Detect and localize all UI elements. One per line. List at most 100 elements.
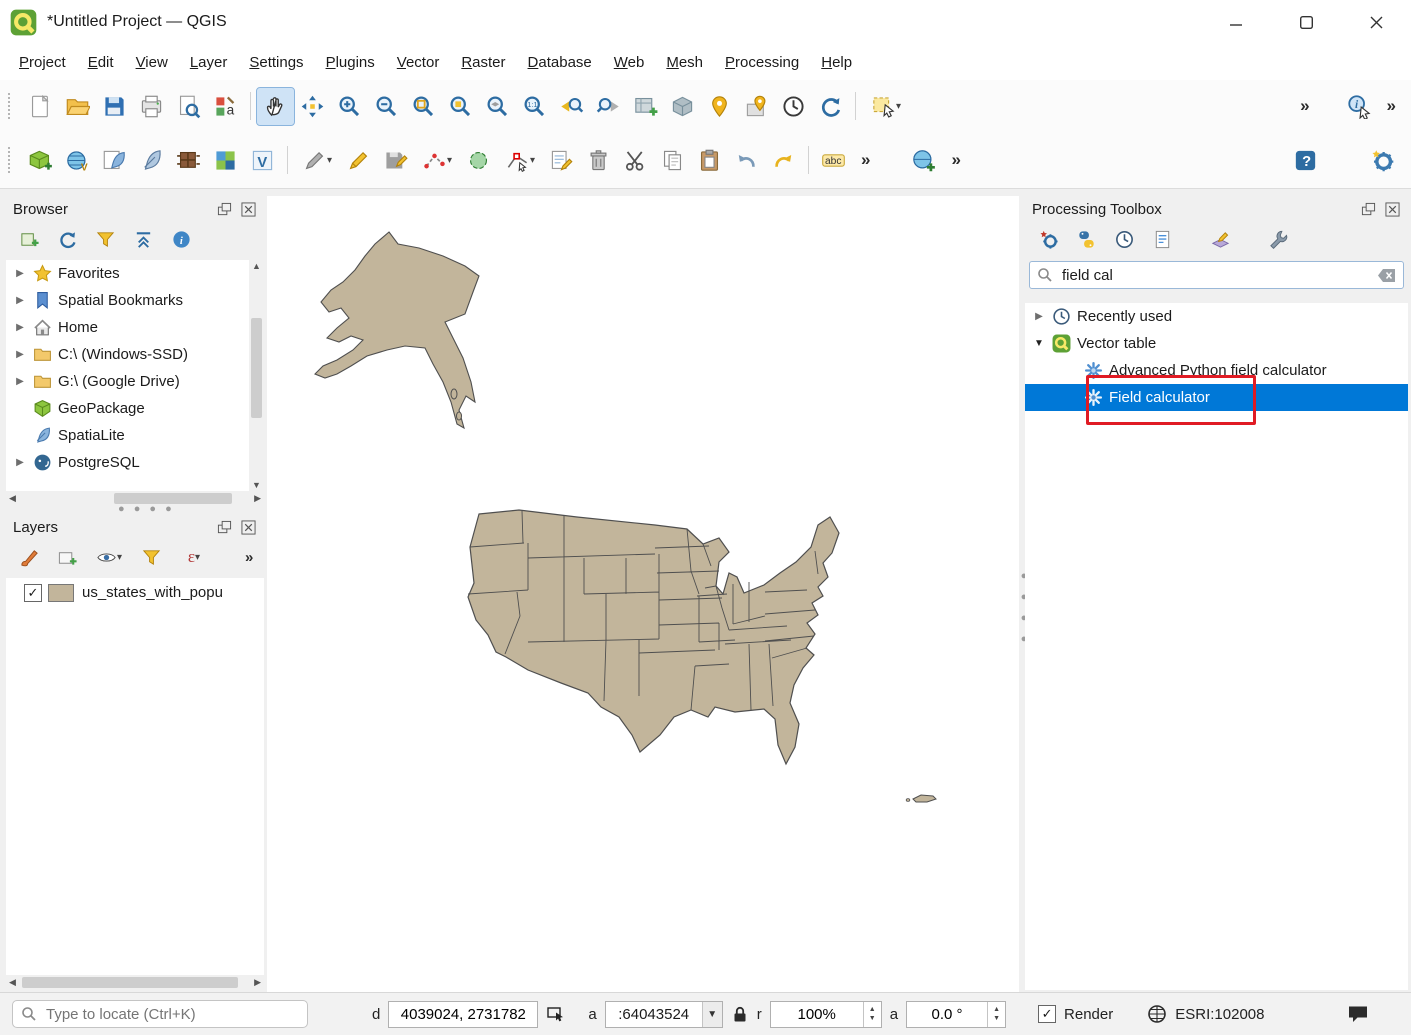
toolbar-grip[interactable]: [8, 93, 18, 119]
select-features-button[interactable]: ▾: [862, 88, 910, 125]
layer-visibility-checkbox[interactable]: ✓: [24, 584, 42, 602]
crs-icon[interactable]: [1147, 1004, 1167, 1024]
locate-input[interactable]: [44, 1005, 299, 1024]
scale-combo[interactable]: :64043524 ▼: [605, 1001, 723, 1028]
magnifier-spinbox[interactable]: ▲▼: [770, 1001, 882, 1028]
menu-web[interactable]: Web: [603, 48, 656, 77]
menu-help[interactable]: Help: [810, 48, 863, 77]
magnifier-input[interactable]: [771, 1005, 863, 1024]
expand-arrow-icon[interactable]: ▶: [10, 295, 30, 306]
scroll-right-icon[interactable]: ▶: [254, 493, 261, 504]
zoom-to-selection-button[interactable]: [442, 88, 479, 125]
new-3d-map-view-button[interactable]: [664, 88, 701, 125]
browser-item-favorites[interactable]: ▶ Favorites: [6, 260, 264, 287]
filter-browser-button[interactable]: [92, 226, 118, 252]
coordinate-input[interactable]: [389, 1005, 537, 1024]
history-button[interactable]: [1111, 226, 1137, 252]
toolbar-extension-icon[interactable]: »: [1378, 96, 1405, 116]
spinner-buttons[interactable]: ▲▼: [863, 1002, 881, 1027]
new-print-layout-button[interactable]: [133, 88, 170, 125]
pan-map-button[interactable]: [257, 88, 294, 125]
undo-button[interactable]: [728, 142, 765, 179]
processing-toolbox-button[interactable]: [1364, 142, 1401, 179]
collapse-arrow-icon[interactable]: ▼: [1029, 338, 1049, 349]
spinner-buttons[interactable]: ▲▼: [987, 1002, 1005, 1027]
layer-item-us-states[interactable]: ✓ us_states_with_popu: [6, 578, 264, 607]
browser-item-c-drive[interactable]: ▶ C:\ (Windows-SSD): [6, 341, 264, 368]
manage-map-themes-button[interactable]: ▾: [92, 544, 126, 570]
menu-database[interactable]: Database: [517, 48, 603, 77]
toolbar-grip[interactable]: [8, 147, 18, 173]
filter-by-expression-button[interactable]: ε▾: [176, 544, 212, 570]
processing-group-vector-table[interactable]: ▼ Vector table: [1025, 330, 1408, 357]
maximize-button[interactable]: [1271, 0, 1341, 44]
toolbar-extension-icon[interactable]: »: [1291, 96, 1318, 116]
add-selected-layers-button[interactable]: [16, 226, 42, 252]
processing-alg-field-calculator[interactable]: Field calculator: [1025, 384, 1408, 411]
scrollbar-thumb[interactable]: [251, 318, 262, 418]
menu-edit[interactable]: Edit: [77, 48, 125, 77]
vertex-tool-button[interactable]: ▾: [497, 142, 543, 179]
identify-features-button[interactable]: i: [1341, 88, 1378, 125]
spin-up-icon[interactable]: ▲: [993, 1005, 1000, 1014]
spin-up-icon[interactable]: ▲: [869, 1005, 876, 1014]
zoom-to-layer-button[interactable]: [479, 88, 516, 125]
close-button[interactable]: [1341, 0, 1411, 44]
close-panel-button[interactable]: [1384, 201, 1401, 218]
expand-arrow-icon[interactable]: ▶: [10, 376, 30, 387]
layer-labeling-button[interactable]: abc: [815, 142, 852, 179]
layer-color-swatch[interactable]: [48, 584, 74, 602]
new-shapefile-layer-button[interactable]: V: [59, 142, 96, 179]
new-spatial-bookmark-button[interactable]: [701, 88, 738, 125]
coordinate-box[interactable]: [388, 1001, 538, 1028]
cut-features-button[interactable]: [617, 142, 654, 179]
menu-mesh[interactable]: Mesh: [655, 48, 714, 77]
zoom-full-button[interactable]: [405, 88, 442, 125]
zoom-next-button[interactable]: [590, 88, 627, 125]
menu-project[interactable]: Project: [8, 48, 77, 77]
new-project-button[interactable]: [22, 88, 59, 125]
add-group-button[interactable]: [54, 544, 80, 570]
minimize-button[interactable]: [1201, 0, 1271, 44]
show-layout-manager-button[interactable]: [170, 88, 207, 125]
new-map-view-button[interactable]: [627, 88, 664, 125]
copy-features-button[interactable]: [654, 142, 691, 179]
rotation-spinbox[interactable]: ▲▼: [906, 1001, 1006, 1028]
redo-button[interactable]: [765, 142, 802, 179]
browser-item-home[interactable]: ▶ Home: [6, 314, 264, 341]
menu-plugins[interactable]: Plugins: [315, 48, 386, 77]
float-panel-button[interactable]: [216, 519, 233, 536]
menu-raster[interactable]: Raster: [450, 48, 516, 77]
menu-processing[interactable]: Processing: [714, 48, 810, 77]
zoom-native-button[interactable]: 1:1: [516, 88, 553, 125]
toolbar-extension-icon[interactable]: »: [236, 549, 262, 566]
toolbar-extension-icon[interactable]: »: [942, 150, 969, 170]
scroll-down-icon[interactable]: ▼: [252, 480, 261, 490]
digitize-with-segment-button[interactable]: ▾: [414, 142, 460, 179]
messages-button[interactable]: [1347, 1004, 1369, 1024]
layers-horizontal-scrollbar[interactable]: ◀ ▶: [6, 975, 264, 990]
shape-digitizing-button[interactable]: [460, 142, 497, 179]
browser-properties-button[interactable]: i: [168, 226, 194, 252]
processing-search-input[interactable]: [1060, 266, 1370, 285]
scroll-left-icon[interactable]: ◀: [9, 977, 16, 988]
temporal-controller-button[interactable]: [775, 88, 812, 125]
combo-arrow-icon[interactable]: ▼: [702, 1002, 722, 1027]
refresh-browser-button[interactable]: [54, 226, 80, 252]
zoom-in-button[interactable]: [331, 88, 368, 125]
scrollbar-thumb[interactable]: [22, 977, 238, 988]
new-spatialite-layer-button[interactable]: [96, 142, 133, 179]
processing-search-box[interactable]: [1029, 261, 1404, 289]
metasearch-button[interactable]: [905, 142, 942, 179]
style-manager-button[interactable]: a: [207, 88, 244, 125]
modify-attributes-button[interactable]: [543, 142, 580, 179]
expand-arrow-icon[interactable]: ▶: [10, 457, 30, 468]
new-virtual-raster-button[interactable]: [207, 142, 244, 179]
spin-down-icon[interactable]: ▼: [869, 1014, 876, 1023]
save-layer-edits-button[interactable]: [377, 142, 414, 179]
scroll-left-icon[interactable]: ◀: [9, 493, 16, 504]
collapse-all-button[interactable]: [130, 226, 156, 252]
toolbar-extension-icon[interactable]: »: [852, 150, 879, 170]
clear-search-icon[interactable]: [1377, 268, 1396, 283]
pan-to-selection-button[interactable]: [294, 88, 331, 125]
